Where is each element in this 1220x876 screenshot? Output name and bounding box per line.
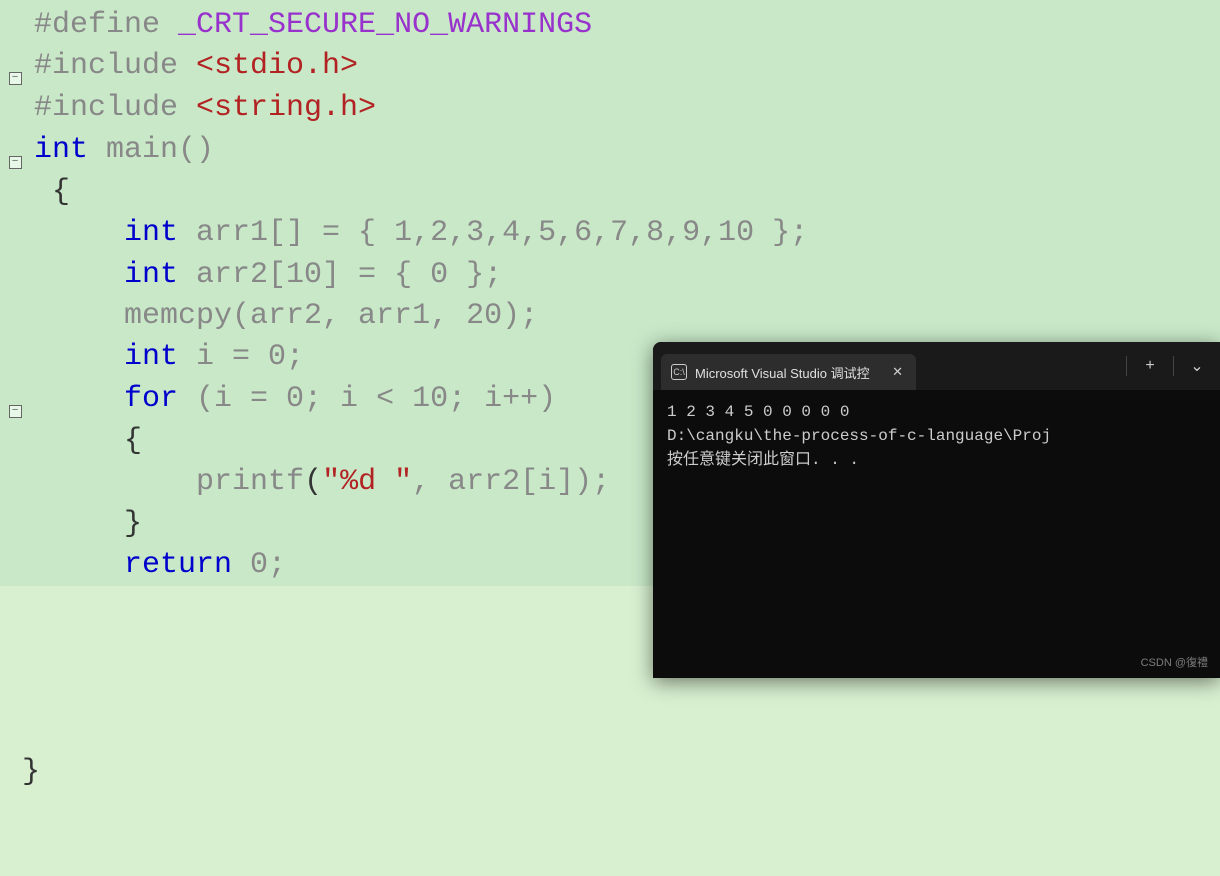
code-line-1[interactable]: #define _CRT_SECURE_NO_WARNINGS xyxy=(30,5,592,46)
code-line-3[interactable]: #include <string.h> xyxy=(30,88,376,129)
code-line-6[interactable]: int arr1[] = { 1,2,3,4,5,6,7,8,9,10 }; xyxy=(30,213,808,254)
terminal-tab-title: Microsoft Visual Studio 调试控 xyxy=(695,363,870,382)
terminal-window: C:\ Microsoft Visual Studio 调试控 ✕ + ⌄ 1 … xyxy=(653,342,1220,678)
output-line: 1 2 3 4 5 0 0 0 0 0 xyxy=(667,400,1206,424)
terminal-icon: C:\ xyxy=(671,364,687,380)
terminal-output[interactable]: 1 2 3 4 5 0 0 0 0 0D:\cangku\the-process… xyxy=(653,390,1220,482)
code-line-13[interactable]: } xyxy=(30,504,142,545)
code-line-8[interactable]: memcpy(arr2, arr1, 20); xyxy=(30,296,538,337)
output-line: 按任意键关闭此窗口. . . xyxy=(667,448,1206,472)
code-line-15[interactable]: } xyxy=(0,752,1220,793)
fold-toggle-icon[interactable]: − xyxy=(9,156,22,169)
dropdown-icon[interactable]: ⌄ xyxy=(1174,342,1220,390)
close-tab-icon[interactable]: ✕ xyxy=(890,364,906,380)
code-line-10[interactable]: for (i = 0; i < 10; i++) xyxy=(30,379,556,420)
code-line-11[interactable]: { xyxy=(30,421,142,462)
code-line-9[interactable]: int i = 0; xyxy=(30,337,304,378)
code-line-4[interactable]: int main() xyxy=(30,130,214,171)
new-tab-button[interactable]: + xyxy=(1127,342,1173,390)
code-line-12[interactable]: printf("%d ", arr2[i]); xyxy=(30,462,610,503)
watermark: CSDN @復禮 xyxy=(1141,654,1208,670)
code-line-7[interactable]: int arr2[10] = { 0 }; xyxy=(30,255,502,296)
output-line: D:\cangku\the-process-of-c-language\Proj xyxy=(667,424,1206,448)
code-line-5[interactable]: { xyxy=(30,172,70,213)
code-line-2[interactable]: #include <stdio.h> xyxy=(30,46,358,87)
terminal-titlebar: C:\ Microsoft Visual Studio 调试控 ✕ + ⌄ xyxy=(653,342,1220,390)
fold-toggle-icon[interactable]: − xyxy=(9,405,22,418)
terminal-tab[interactable]: C:\ Microsoft Visual Studio 调试控 ✕ xyxy=(661,354,916,390)
code-line-14[interactable]: return 0; xyxy=(30,545,286,586)
fold-toggle-icon[interactable]: − xyxy=(9,72,22,85)
